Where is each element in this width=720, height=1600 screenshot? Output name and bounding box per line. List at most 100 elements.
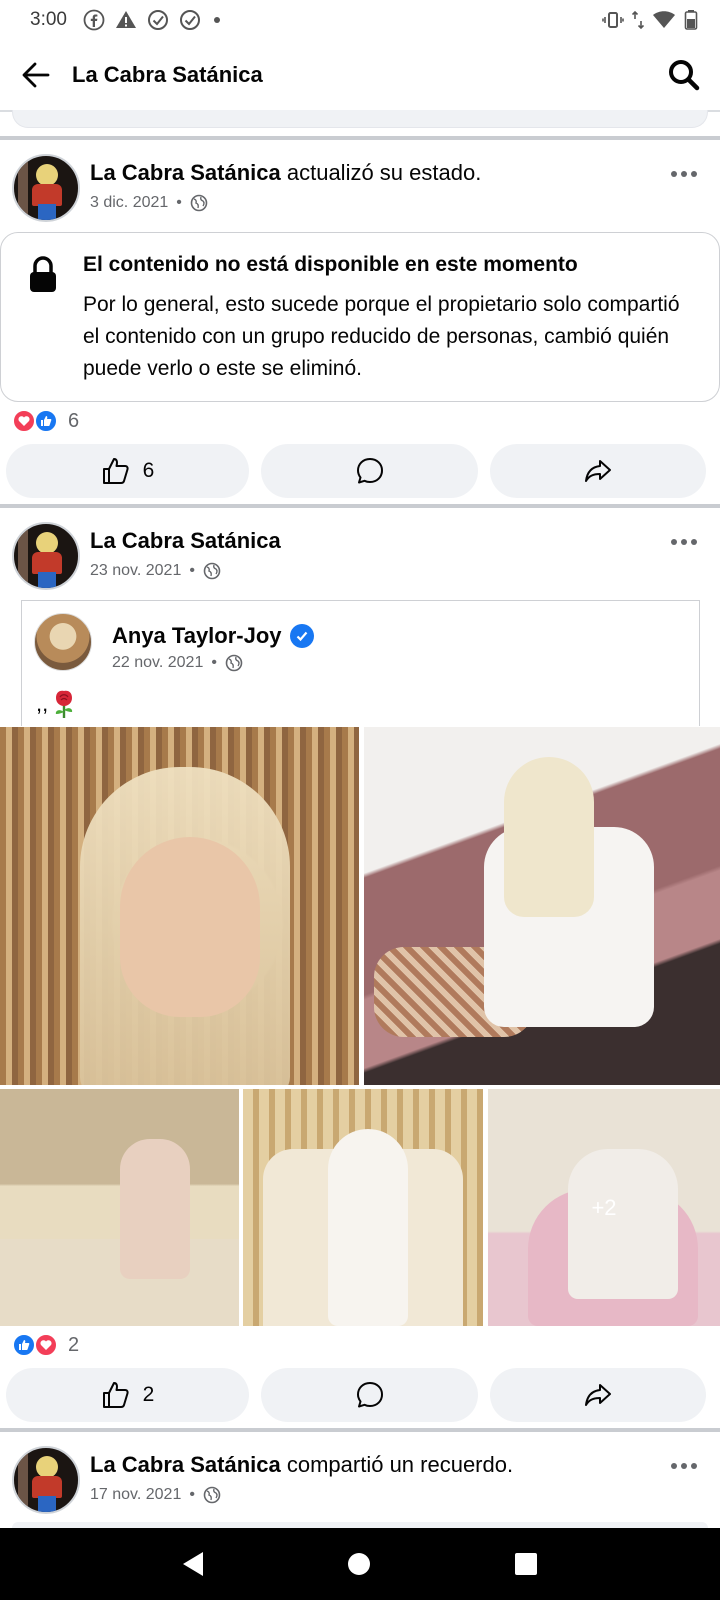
more-photos-count: +2 — [591, 1194, 617, 1220]
post-author-line: La Cabra Satánica actualizó su estado. — [90, 160, 481, 186]
post-meta: 23 nov. 2021 • — [90, 562, 221, 580]
post-photo[interactable] — [364, 727, 720, 1085]
shared-post-text: ,, — [36, 689, 78, 719]
post-action: compartió un recuerdo. — [280, 1452, 514, 1477]
rose-icon — [56, 690, 73, 718]
content-unavailable-card: El contenido no está disponible en este … — [0, 232, 720, 402]
avatar[interactable] — [34, 613, 92, 671]
avatar[interactable] — [12, 154, 80, 222]
vibrate-icon — [602, 12, 624, 28]
like-count: 6 — [142, 459, 155, 482]
avatar[interactable] — [12, 522, 80, 590]
like-button[interactable]: 2 — [6, 1368, 249, 1422]
post-actions: 2 — [6, 1368, 714, 1422]
more-options-button[interactable] — [666, 530, 702, 554]
warning-icon — [115, 11, 136, 28]
reaction-summary[interactable]: 6 — [12, 406, 79, 436]
like-reaction-icon — [34, 409, 58, 433]
post-actions: 6 — [6, 444, 714, 498]
post-action: actualizó su estado. — [280, 160, 482, 185]
post-date[interactable]: 17 nov. 2021 — [90, 1486, 181, 1504]
reaction-count: 6 — [68, 409, 80, 432]
comment-icon — [356, 1382, 383, 1408]
reaction-summary[interactable]: 2 — [12, 1330, 79, 1360]
comment-button[interactable] — [261, 1368, 478, 1422]
wifi-icon — [653, 11, 675, 28]
lock-icon — [30, 256, 56, 292]
search-button[interactable] — [648, 39, 720, 111]
post-photo[interactable] — [0, 1089, 239, 1326]
facebook-icon — [83, 9, 105, 31]
share-button[interactable] — [490, 444, 706, 498]
arrow-left-icon — [22, 62, 50, 88]
post-photo[interactable] — [0, 727, 359, 1085]
system-navigation-bar — [0, 1528, 720, 1600]
feed-divider — [0, 1428, 720, 1432]
meta-separator: • — [211, 654, 217, 671]
nav-home-icon[interactable] — [347, 1553, 370, 1575]
post-date[interactable]: 23 nov. 2021 — [90, 562, 181, 580]
comment-button[interactable] — [261, 444, 478, 498]
comment-icon — [356, 458, 383, 484]
post-header: La Cabra Satánica actualizó su estado. 3… — [0, 142, 720, 222]
nav-back-icon[interactable] — [182, 1552, 203, 1576]
data-arrows-icon — [632, 10, 644, 30]
post-meta: 17 nov. 2021 • — [90, 1486, 221, 1504]
post-photo[interactable]: +2 — [488, 1089, 720, 1326]
meta-separator: • — [189, 1486, 195, 1503]
love-reaction-icon — [34, 1333, 58, 1357]
like-count: 2 — [142, 1383, 155, 1406]
post-author[interactable]: La Cabra Satánica — [90, 160, 281, 185]
check-circle-icon — [179, 10, 200, 30]
post-meta: 3 dic. 2021 • — [90, 194, 208, 212]
post-author-line: La Cabra Satánica compartió un recuerdo. — [90, 1452, 513, 1478]
thumbs-up-icon — [102, 1382, 129, 1408]
like-reaction-icon — [12, 1333, 36, 1357]
globe-icon — [190, 194, 208, 212]
globe-icon — [203, 562, 221, 580]
more-options-button[interactable] — [666, 1454, 702, 1478]
system-icons — [602, 9, 698, 31]
share-icon — [585, 1384, 611, 1406]
back-button[interactable] — [0, 39, 72, 111]
avatar[interactable] — [12, 1446, 80, 1514]
app-bar: La Cabra Satánica — [0, 40, 720, 112]
reaction-count: 2 — [68, 1333, 80, 1356]
check-circle-icon — [147, 10, 168, 30]
status-time: 3:00 — [30, 9, 67, 30]
shared-post-date[interactable]: 22 nov. 2021 — [112, 654, 203, 672]
shared-post-caption: ,, — [36, 691, 49, 716]
meta-separator: • — [176, 194, 182, 211]
unavailable-title: El contenido no está disponible en este … — [83, 253, 578, 276]
nav-recents-icon[interactable] — [515, 1553, 538, 1575]
shared-author-line: Anya Taylor-Joy — [112, 623, 314, 649]
previous-post-tail — [12, 110, 708, 128]
share-button[interactable] — [490, 1368, 706, 1422]
globe-icon — [225, 654, 243, 672]
more-options-button[interactable] — [666, 162, 702, 186]
post-author[interactable]: La Cabra Satánica — [90, 528, 281, 553]
search-icon — [669, 60, 700, 91]
meta-separator: • — [189, 562, 195, 579]
post-header: La Cabra Satánica 23 nov. 2021 • — [0, 510, 720, 590]
post-author-line: La Cabra Satánica — [90, 528, 281, 554]
shared-author[interactable]: Anya Taylor-Joy — [112, 623, 282, 649]
status-bar: 3:00 — [0, 0, 720, 40]
shared-post-card[interactable]: Anya Taylor-Joy 22 nov. 2021 • ,, — [21, 600, 700, 726]
like-button[interactable]: 6 — [6, 444, 249, 498]
globe-icon — [203, 1486, 221, 1504]
notification-icons — [83, 9, 223, 31]
page-title: La Cabra Satánica — [72, 62, 263, 87]
post-photo[interactable] — [243, 1089, 483, 1326]
dot-icon — [213, 17, 220, 23]
battery-icon — [684, 10, 698, 30]
post-date[interactable]: 3 dic. 2021 — [90, 194, 168, 212]
love-reaction-icon — [12, 409, 36, 433]
feed-divider — [0, 504, 720, 508]
feed-divider — [0, 136, 720, 140]
post-header: La Cabra Satánica compartió un recuerdo.… — [0, 1434, 720, 1514]
post-author[interactable]: La Cabra Satánica — [90, 1452, 281, 1477]
verified-badge-icon — [289, 624, 314, 648]
shared-post-meta: 22 nov. 2021 • — [112, 654, 243, 672]
unavailable-body: Por lo general, esto sucede porque el pr… — [83, 293, 680, 380]
